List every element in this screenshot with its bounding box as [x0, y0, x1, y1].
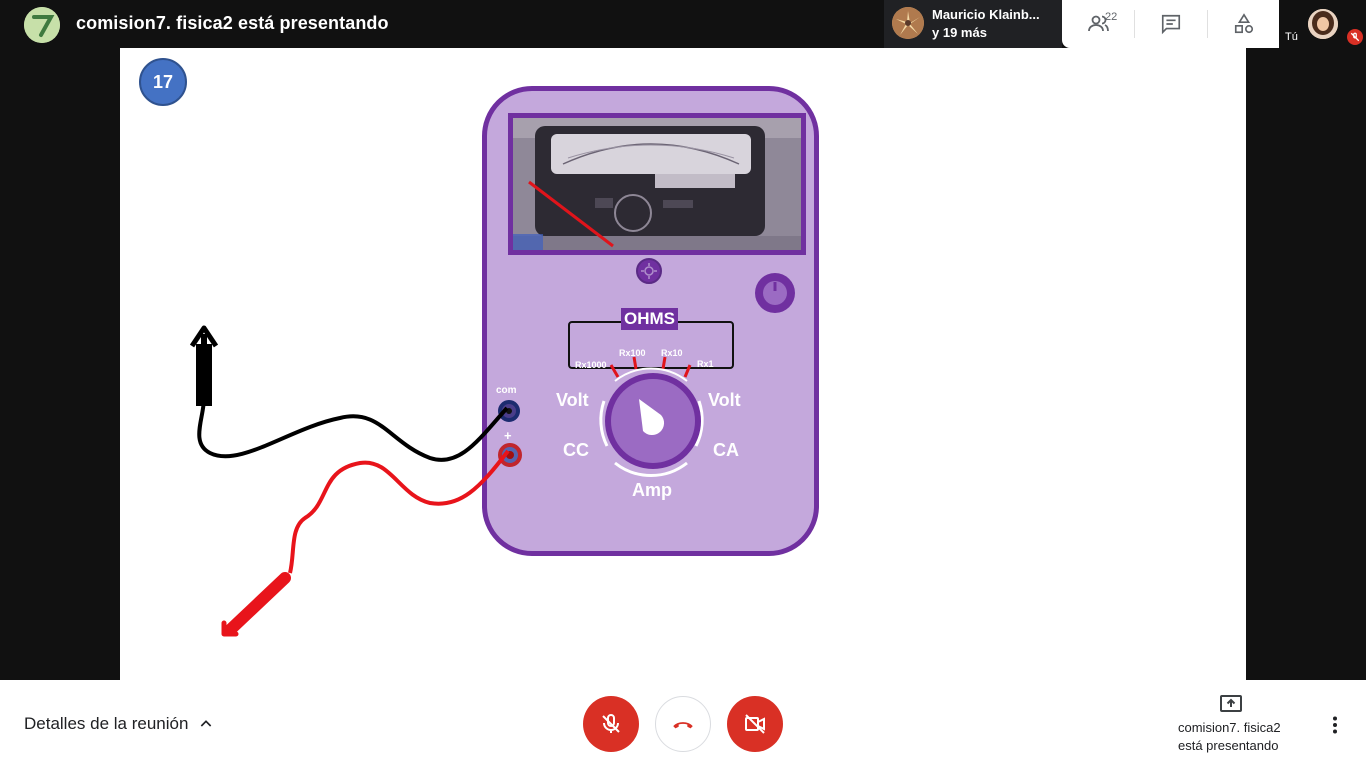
participant-avatar: [892, 7, 924, 39]
people-count: 22: [1105, 11, 1118, 23]
black-lead-wire: [197, 397, 509, 462]
chevron-up-icon: [201, 720, 212, 727]
divider: [1134, 10, 1135, 38]
test-leads: [189, 325, 510, 637]
camera-toggle-button[interactable]: [727, 696, 783, 752]
meeting-details-label: Detalles de la reunión: [24, 714, 189, 733]
presenting-status-line1: comision7. fisica2: [1178, 720, 1281, 735]
participant-name: Mauricio Klainb...: [932, 7, 1040, 22]
mic-toggle-button[interactable]: [583, 696, 639, 752]
self-avatar: [1308, 9, 1338, 39]
self-tile[interactable]: Tú: [1280, 0, 1366, 48]
self-mic-off-icon: [1347, 29, 1363, 45]
presenter-avatar: [24, 7, 60, 43]
participant-more-count: y 19 más: [932, 25, 987, 40]
activities-icon[interactable]: [1230, 10, 1258, 38]
hangup-icon: [673, 722, 693, 729]
red-lead-wire: [288, 449, 510, 574]
chat-icon[interactable]: [1157, 10, 1185, 38]
presenter-chip[interactable]: Mauricio Klainb... y 19 más: [884, 0, 1062, 48]
divider: [1207, 10, 1208, 38]
black-probe: [196, 344, 212, 406]
meeting-details-button[interactable]: Detalles de la reunión: [24, 714, 214, 734]
presenting-status-line2: está presentando: [1178, 738, 1279, 753]
presentation-slide: 17 OHMS Rx1000 Rx100 Rx10 Rx1 Volt Volt …: [120, 48, 1246, 680]
more-options-button[interactable]: [1325, 712, 1345, 738]
more-vert-icon: [1333, 716, 1337, 734]
meet-window: comision7. fisica2 está presentando Maur…: [0, 0, 1366, 768]
self-label: Tú: [1285, 31, 1298, 43]
meeting-title: comision7. fisica2 está presentando: [76, 13, 389, 33]
red-probe: [224, 572, 291, 636]
bottom-bar: Detalles de la reunión comision7. fisica…: [0, 680, 1366, 768]
present-icon[interactable]: [1219, 694, 1243, 719]
mic-off-icon: [602, 714, 620, 733]
leave-call-button[interactable]: [655, 696, 711, 752]
camera-off-icon: [745, 714, 765, 734]
